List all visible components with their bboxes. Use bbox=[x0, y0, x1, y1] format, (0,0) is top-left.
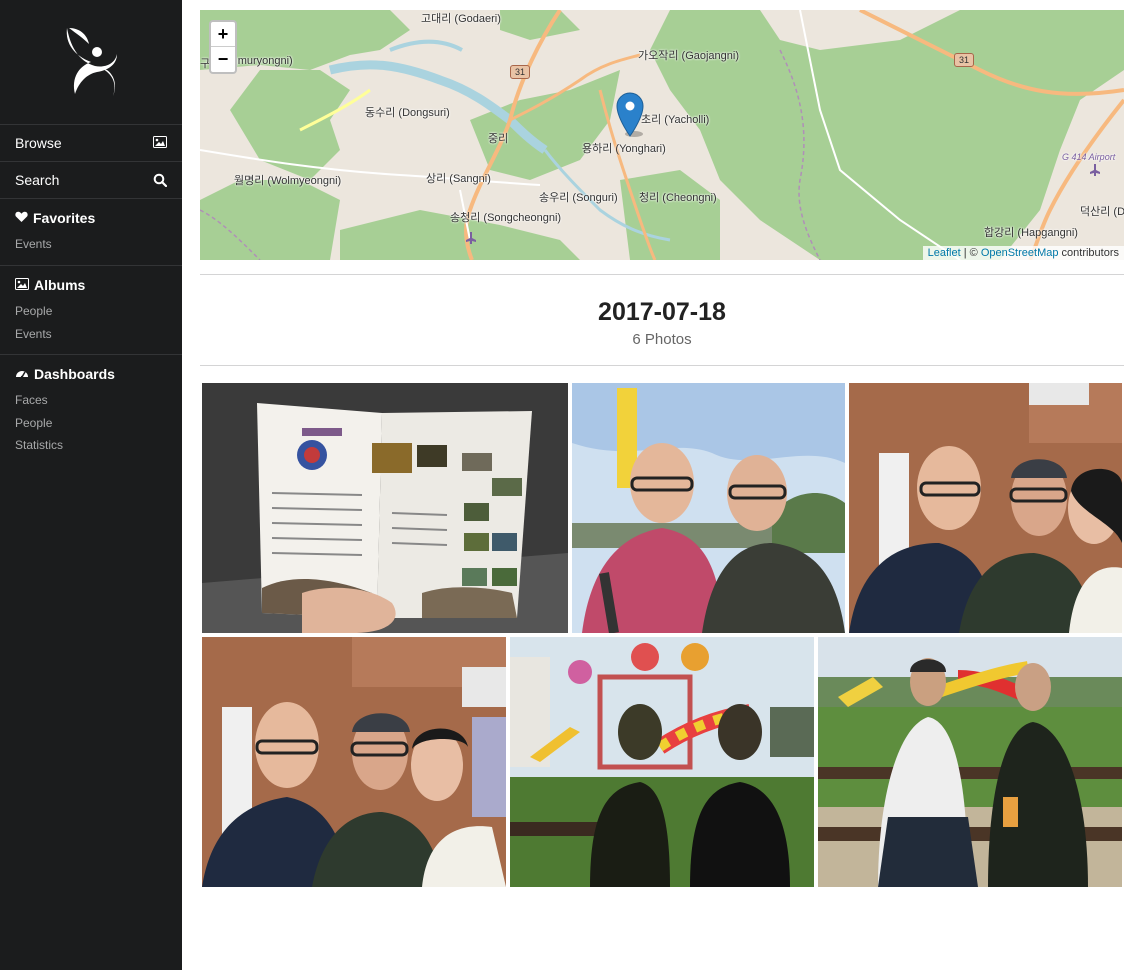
dashboards-item-statistics[interactable]: Statistics bbox=[15, 434, 167, 457]
dashboards-label: Dashboards bbox=[34, 366, 115, 382]
albums-header[interactable]: Albums bbox=[15, 276, 167, 294]
search-icon bbox=[153, 173, 167, 187]
logo-icon bbox=[66, 28, 117, 96]
albums-item-people[interactable]: People bbox=[15, 300, 167, 323]
favorites-header[interactable]: Favorites bbox=[15, 209, 167, 227]
zoom-control: + − bbox=[209, 20, 237, 74]
attribution-suffix: contributors bbox=[1058, 247, 1119, 259]
albums-section: Albums People Events bbox=[0, 265, 182, 354]
photo-three-selfie-1[interactable] bbox=[849, 383, 1122, 633]
map-label: 가오작리 (Gaojangni) bbox=[638, 50, 740, 62]
nav-search[interactable]: Search bbox=[0, 161, 182, 198]
map-label: 중리 bbox=[488, 133, 509, 145]
nav-browse[interactable]: Browse bbox=[0, 124, 182, 161]
location-map[interactable]: 31 31 고대리 (Godaeri) 가오작리 (Gaojangni) 구. … bbox=[200, 10, 1124, 260]
map-label: 동수리 (Dongsuri) bbox=[365, 107, 450, 119]
map-label: 초리 (Yacholli) bbox=[641, 114, 710, 126]
albums-item-events[interactable]: Events bbox=[15, 323, 167, 346]
dashboards-section: Dashboards Faces People Statistics bbox=[0, 354, 182, 469]
sidebar: Browse Search Favorites Events Albums Pe… bbox=[0, 0, 182, 970]
page-title: 2017-07-18 bbox=[598, 298, 726, 326]
nav-search-label: Search bbox=[15, 172, 60, 188]
nav-browse-label: Browse bbox=[15, 135, 62, 151]
image-icon bbox=[153, 136, 167, 150]
zoom-out-button[interactable]: − bbox=[211, 47, 235, 72]
map-label: 청리 (Cheongni) bbox=[639, 192, 717, 204]
map-label: 월명리 (Wolmyeongni) bbox=[234, 175, 342, 187]
zoom-in-button[interactable]: + bbox=[211, 22, 235, 47]
app-logo[interactable] bbox=[0, 0, 182, 124]
route-shield: 31 bbox=[510, 65, 530, 79]
dashboards-header[interactable]: Dashboards bbox=[15, 365, 167, 383]
map-label: G 414 Airport bbox=[1062, 152, 1116, 162]
map-label: 송청리 (Songcheongni) bbox=[450, 212, 562, 224]
map-label: 송우리 (Songuri) bbox=[539, 192, 618, 204]
photo-playground-sitting[interactable] bbox=[510, 637, 814, 887]
map-label: 고대리 (Godaeri) bbox=[421, 13, 501, 25]
photo-count: 6 Photos bbox=[632, 331, 692, 348]
map-attribution: Leaflet | © OpenStreetMap contributors bbox=[922, 246, 1124, 260]
photo-bench-couple[interactable] bbox=[818, 637, 1122, 887]
divider bbox=[200, 274, 1124, 275]
heart-icon bbox=[15, 210, 28, 226]
map-label: 덕산리 (D bbox=[1080, 206, 1124, 218]
favorites-item-events[interactable]: Events bbox=[15, 233, 167, 256]
divider bbox=[200, 365, 1124, 366]
dashboard-icon bbox=[15, 366, 29, 382]
map-marker-icon[interactable] bbox=[616, 92, 644, 143]
photo-brochure[interactable] bbox=[202, 383, 568, 633]
dashboards-item-people[interactable]: People bbox=[15, 412, 167, 435]
dashboards-item-faces[interactable]: Faces bbox=[15, 389, 167, 412]
map-label: 합강리 (Hapgangni) bbox=[984, 227, 1078, 239]
image-icon bbox=[15, 277, 29, 293]
favorites-label: Favorites bbox=[33, 210, 96, 226]
photo-two-men-sign[interactable] bbox=[572, 383, 845, 633]
albums-label: Albums bbox=[34, 277, 86, 293]
attribution-sep: | © bbox=[960, 247, 981, 259]
photo-three-selfie-2[interactable] bbox=[202, 637, 506, 887]
map-label: 상리 (Sangni) bbox=[426, 173, 491, 185]
osm-link[interactable]: OpenStreetMap bbox=[981, 247, 1059, 259]
route-shield: 31 bbox=[954, 53, 974, 67]
leaflet-link[interactable]: Leaflet bbox=[928, 247, 961, 259]
favorites-section: Favorites Events bbox=[0, 198, 182, 265]
